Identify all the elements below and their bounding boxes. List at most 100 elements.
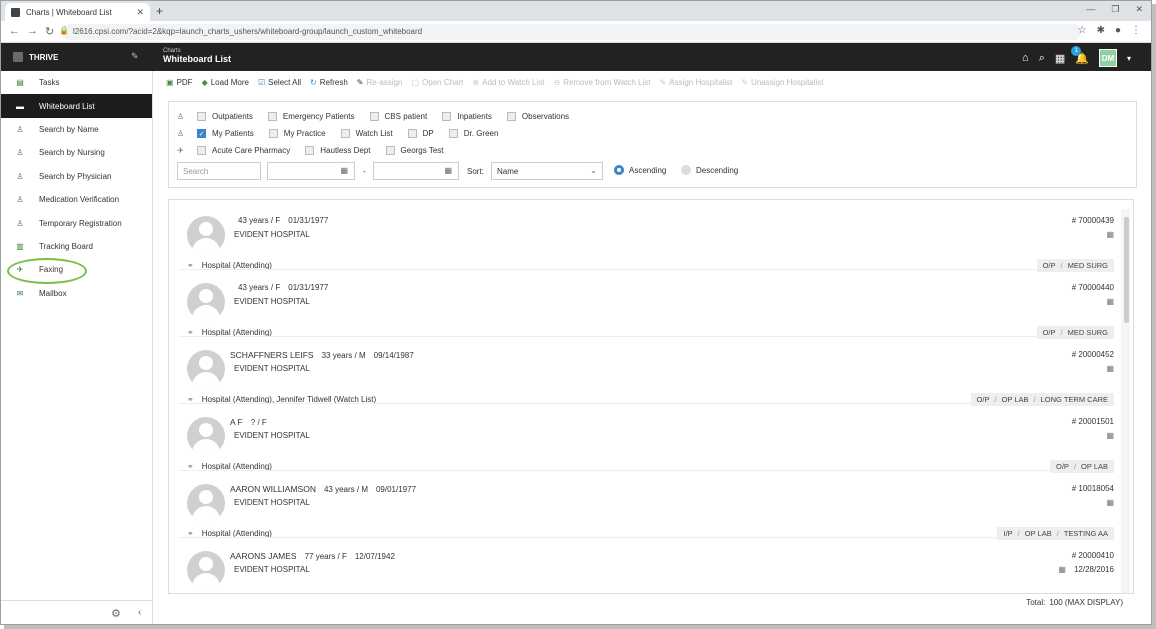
new-tab-button[interactable]: + <box>156 4 163 18</box>
patient-card[interactable]: AARONS JAMES 77 years / F 12/07/1942 EVIDEN… <box>169 539 1124 593</box>
sidebar-item-tracking-board[interactable]: ▥ Tracking Board <box>1 235 152 258</box>
patient-age-sex: 43 years / F <box>238 283 281 292</box>
refresh-button[interactable]: ↻ Refresh <box>310 78 348 87</box>
favicon-icon <box>11 7 20 17</box>
sidebar: ▤ Tasks ▬ Whiteboard List ♙ Search by Name … <box>1 71 153 624</box>
patient-age-sex: 33 years / M <box>321 351 366 360</box>
physician-filter-icon: ♙ <box>177 129 185 138</box>
browser-tab[interactable]: Charts | Whiteboard List ✕ <box>5 3 150 21</box>
filter-dr-green[interactable]: Dr. Green <box>448 129 498 138</box>
window-close-icon[interactable]: ✕ <box>1135 4 1143 15</box>
user-avatar[interactable]: DM <box>1098 49 1117 67</box>
sidebar-item-mailbox[interactable]: ✉ Mailbox <box>1 282 152 305</box>
open-chart-button[interactable]: ▢ Open Chart <box>411 78 463 87</box>
calendar-icon[interactable]: ▦ <box>340 166 348 175</box>
notification-badge: 1 <box>1071 45 1082 56</box>
faxing-highlight-circle <box>7 258 87 284</box>
profile-icon[interactable]: ● <box>1115 25 1121 36</box>
patient-avatar <box>187 417 225 455</box>
minimize-icon[interactable]: — <box>1086 4 1095 15</box>
search-icon[interactable]: ⌕ <box>1039 52 1045 65</box>
filter-observations[interactable]: Observations <box>506 112 569 121</box>
thrive-logo-icon <box>13 52 23 62</box>
load-more-icon: ◆ <box>201 77 208 87</box>
filter-emergency-patients[interactable]: Emergency Patients <box>267 112 355 121</box>
reassign-button[interactable]: ✎ Re-assign <box>357 78 403 87</box>
sort-label: Sort: <box>467 167 484 176</box>
filter-hautless-dept[interactable]: Hautless Dept <box>305 146 371 155</box>
sidebar-item-tasks[interactable]: ▤ Tasks <box>1 71 152 94</box>
filter-row-3: ✈ Acute Care Pharmacy Hautless Dept Geor… <box>177 146 459 155</box>
patient-name[interactable]: SCHAFFNERS LEIFS <box>230 350 314 360</box>
patient-name[interactable]: AARONS JAMES <box>230 551 297 561</box>
back-icon[interactable]: ← <box>9 25 20 37</box>
sidebar-item-search-by-name[interactable]: ♙ Search by Name <box>1 118 152 141</box>
unassign-hospitalist-button[interactable]: ✎ Unassign Hospitalist <box>741 78 823 87</box>
reload-icon[interactable]: ↻ <box>45 25 54 38</box>
forward-icon[interactable]: → <box>27 25 38 37</box>
medication-icon: ♙ <box>16 195 24 205</box>
descending-radio[interactable]: Descending <box>681 165 738 175</box>
apps-grid-icon[interactable]: ▦ <box>1055 52 1065 65</box>
calendar-icon[interactable]: ▦ <box>1058 565 1066 574</box>
pin-icon[interactable]: ✎ <box>131 51 139 62</box>
sidebar-item-whiteboard-list[interactable]: ▬ Whiteboard List <box>1 94 152 118</box>
pdf-button[interactable]: ▣ PDF <box>166 78 193 87</box>
url-field[interactable]: 🔒 l2616.cpsi.com/?acid=2&kqp=launch_char… <box>59 24 1081 40</box>
patient-name[interactable]: A F <box>230 417 243 427</box>
patient-name[interactable]: AARON WILLIAMSON <box>230 484 316 494</box>
patient-card[interactable]: AARON WILLIAMSON 43 years / M 09/01/1977 EV… <box>169 472 1124 540</box>
patient-age-sex: 77 years / F <box>304 552 347 561</box>
calendar-icon[interactable]: ▦ <box>1106 364 1114 373</box>
calendar-icon[interactable]: ▦ <box>1106 297 1114 306</box>
filter-dp[interactable]: DP <box>407 129 434 138</box>
filter-outpatients[interactable]: Outpatients <box>197 112 253 121</box>
start-date-field[interactable]: ▦ <box>267 162 355 180</box>
bookmark-star-icon[interactable]: ☆ <box>1078 25 1087 36</box>
restore-icon[interactable]: ❐ <box>1111 4 1119 15</box>
filter-watch-list[interactable]: Watch List <box>340 129 393 138</box>
ascending-radio[interactable]: Ascending <box>614 165 666 175</box>
sidebar-item-search-by-nursing[interactable]: ♙ Search by Nursing <box>1 141 152 164</box>
sidebar-item-medication-verification[interactable]: ♙ Medication Verification <box>1 188 152 211</box>
patient-card[interactable]: SCHAFFNERS LEIFS 33 years / M 09/14/1987 EV… <box>169 338 1124 406</box>
notifications-bell-icon[interactable]: 🔔 1 <box>1071 45 1089 65</box>
end-date-field[interactable]: ▦ <box>373 162 459 180</box>
sort-select[interactable]: Name ⌄ <box>491 162 603 180</box>
patient-card[interactable]: 43 years / F 01/31/1977 EVIDENT HOSPITAL # … <box>169 271 1124 339</box>
extensions-icon[interactable]: ✱ <box>1097 25 1105 36</box>
filter-row-1: ♙ Outpatients Emergency Patients CBS pat… <box>177 112 584 121</box>
load-more-button[interactable]: ◆ Load More <box>202 78 249 87</box>
add-watch-list-button[interactable]: ⊕ Add to Watch List <box>472 78 544 87</box>
sidebar-item-search-by-physician[interactable]: ♙ Search by Physician <box>1 165 152 188</box>
patient-card[interactable]: A F? / F EVIDENT HOSPITAL # 20001501 ▦ ⚭ Hosp… <box>169 405 1124 473</box>
browser-menu-icon[interactable]: ⋮ <box>1131 25 1141 36</box>
filter-row-2: ♙ ✓ My Patients My Practice Watch List DP… <box>177 129 513 138</box>
card-divider <box>179 336 1109 337</box>
card-divider <box>179 269 1109 270</box>
close-tab-icon[interactable]: ✕ <box>136 7 144 18</box>
home-icon[interactable]: ⌂ <box>1022 52 1029 64</box>
settings-gear-icon[interactable]: ⚙ <box>111 607 121 620</box>
sidebar-item-temporary-registration[interactable]: ♙ Temporary Registration <box>1 211 152 234</box>
filter-my-practice[interactable]: My Practice <box>268 129 326 138</box>
assign-hospitalist-button[interactable]: ✎ Assign Hospitalist <box>660 78 733 87</box>
filter-cbs-patient[interactable]: CBS patient <box>369 112 427 121</box>
filter-inpatients[interactable]: Inpatients <box>442 112 492 121</box>
filter-my-patients[interactable]: ✓ My Patients <box>197 129 254 138</box>
select-all-button[interactable]: ☑ Select All <box>258 78 301 87</box>
patient-card[interactable]: 43 years / F 01/31/1977 EVIDENT HOSPITAL # … <box>169 204 1124 272</box>
remove-watch-list-button[interactable]: ⊖ Remove from Watch List <box>554 78 651 87</box>
registration-icon: ♙ <box>16 218 24 228</box>
filter-georgs-test[interactable]: Georgs Test <box>385 146 444 155</box>
scrollbar-thumb[interactable] <box>1124 217 1129 323</box>
calendar-icon[interactable]: ▦ <box>1106 230 1114 239</box>
filter-acute-care-pharmacy[interactable]: Acute Care Pharmacy <box>197 146 290 155</box>
patient-account-number: # 70000439 <box>1071 216 1114 225</box>
calendar-icon[interactable]: ▦ <box>1106 431 1114 440</box>
search-input[interactable]: Search <box>177 162 261 180</box>
user-menu-chevron-icon[interactable]: ▾ <box>1127 54 1131 63</box>
calendar-icon[interactable]: ▦ <box>444 166 452 175</box>
collapse-sidebar-icon[interactable]: ‹ <box>138 607 141 618</box>
calendar-icon[interactable]: ▦ <box>1106 498 1114 507</box>
